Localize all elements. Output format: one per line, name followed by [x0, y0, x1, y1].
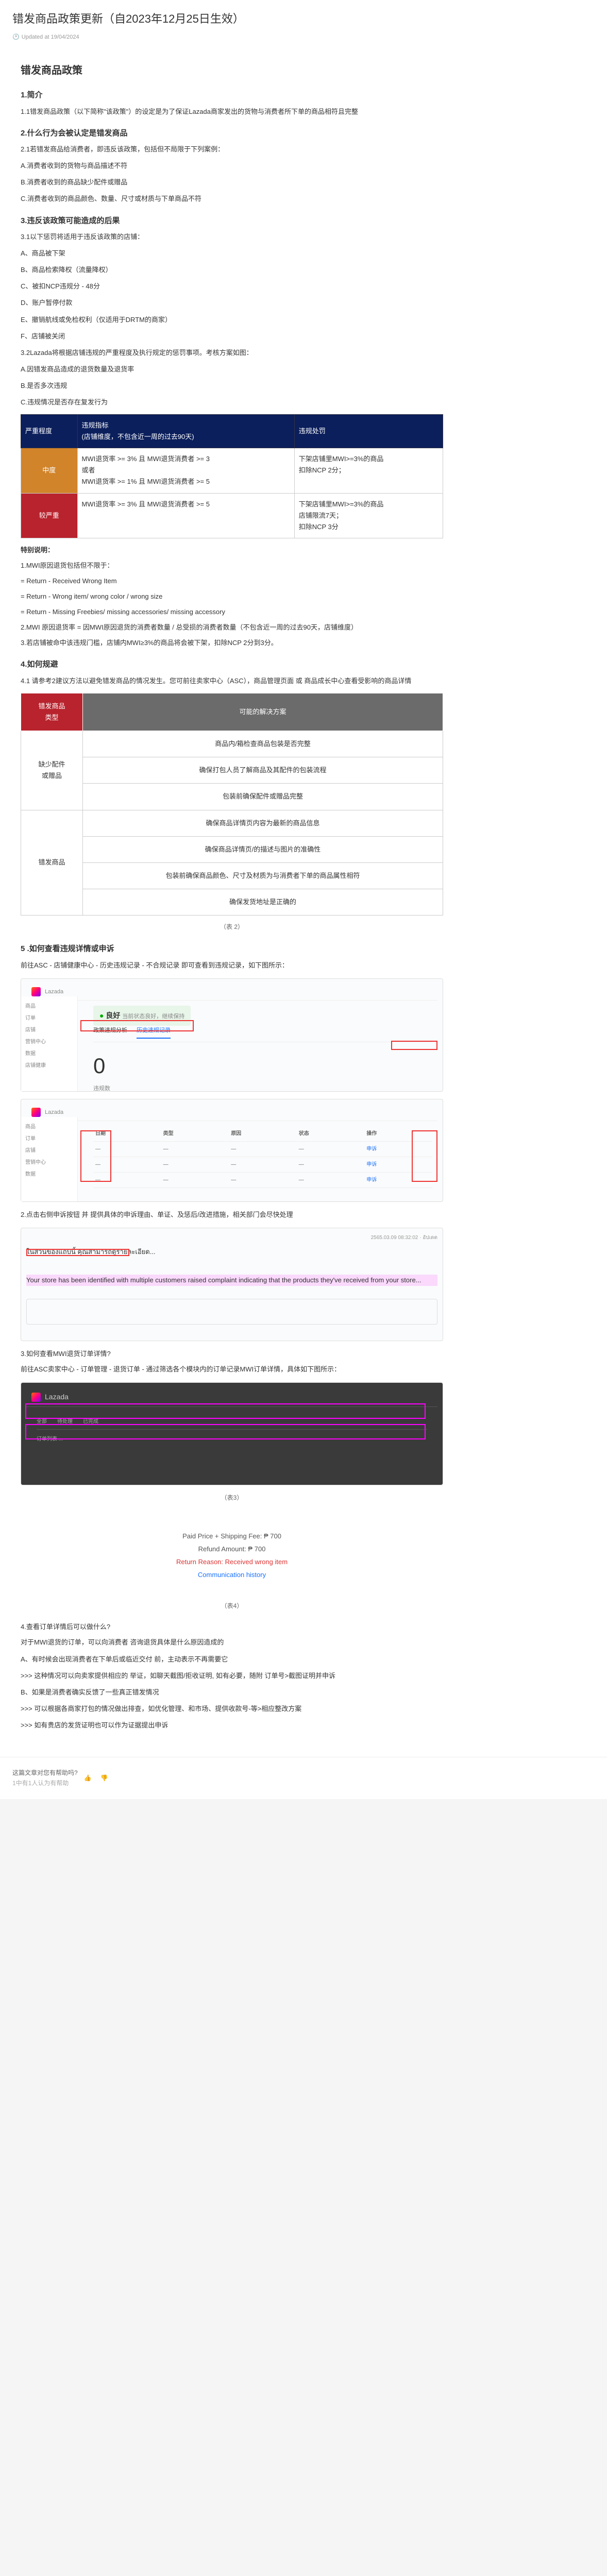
lazada-logo-icon: [31, 1393, 41, 1402]
sidebar[interactable]: 商品订单店铺营销中心数据店铺健康: [21, 996, 78, 1091]
caption-3: （表3）: [21, 1493, 443, 1503]
s3-heading: 3.违反该政策可能造成的后果: [21, 214, 443, 228]
s5-3p: 前往ASC卖家中心 - 订单管理 - 退货订单 - 通过筛选各个模块内的订单记录…: [21, 1364, 443, 1375]
s4-1: 4.1 请参考2建议方法以避免错发商品的情况发生。您可前往卖家中心（ASC），商…: [21, 675, 443, 687]
note-c: = Return - Missing Freebies/ missing acc…: [21, 606, 443, 618]
s2-1: 2.1若错发商品给消费者，即违反该政策，包括但不局限于下列案例：: [21, 144, 443, 155]
t1-mid-pun: 下架店铺里MWI>=3%的商品 扣除NCP 2分；: [294, 448, 443, 493]
t1-h2: 违规指标 (店铺维度，不包含近一周的过去90天): [77, 415, 294, 448]
updated-text: Updated at 19/04/2024: [22, 32, 79, 42]
t2-r2a: 确保商品详情页内容为最新的商品信息: [83, 810, 443, 836]
t2-r2c: 包装前确保商品颜色、尺寸及材质为与消费者下单的商品属性相符: [83, 862, 443, 889]
thai-highlight: Your store has been identified with mult…: [26, 1275, 437, 1286]
s5-heading: 5 .如何查看违规详情或申诉: [21, 942, 443, 956]
refund-detail-box: Paid Price + Shipping Fee: ₱ 700 Refund …: [21, 1514, 443, 1598]
caption-4: （表4）: [21, 1601, 443, 1611]
caption-2: （表 2）: [21, 922, 443, 932]
t2-r2b: 确保商品详情页/的描述与图片的准确性: [83, 836, 443, 862]
page-title: 错发商品政策更新（自2023年12月25日生效）: [0, 0, 607, 32]
footer: 这篇文章对您有帮助吗? 1中有1人认为有帮助 👍 👎: [0, 1757, 607, 1799]
s3-d: D、账户暂停付款: [21, 297, 443, 309]
t2-h1: 错发商品 类型: [21, 693, 83, 731]
note-a: = Return - Received Wrong Item: [21, 575, 443, 587]
t2-r1h: 缺少配件 或赠品: [21, 731, 83, 810]
t2-r2h: 错发商品: [21, 810, 83, 915]
s3-2b: B.是否多次违规: [21, 380, 443, 392]
s1-para: 1.1错发商品政策（以下简称"该政策"）的设定是为了保证Lazada商家发出的货…: [21, 106, 443, 117]
s4-heading: 4.如何规避: [21, 658, 443, 671]
t2-r1c: 包装前确保配件或赠品完整: [83, 784, 443, 810]
policy-heading: 错发商品政策: [21, 62, 443, 79]
s3-2a: A.因错发商品造成的退货数量及退货率: [21, 364, 443, 375]
lazada-logo-icon: [31, 987, 41, 996]
s3-e: E、撤销航线或免检权利（仅适用于DRTM的商家）: [21, 314, 443, 326]
dash-title: 良好: [106, 1011, 120, 1020]
rf-amt: Refund Amount: ₱ 700: [36, 1544, 428, 1555]
solution-table: 错发商品 类型 可能的解决方案 缺少配件 或赠品 商品内/箱检查商品包装是否完整…: [21, 693, 443, 916]
rf-paid: Paid Price + Shipping Fee: ₱ 700: [36, 1531, 428, 1542]
s5-4: 4.查看订单详情后可以做什么?: [21, 1621, 443, 1633]
t2-r1a: 商品内/箱检查商品包装是否完整: [83, 731, 443, 757]
s3-1: 3.1以下惩罚将适用于违反该政策的店铺：: [21, 231, 443, 243]
sidebar[interactable]: 商品订单店铺营销中心数据: [21, 1117, 78, 1201]
note-1: 1.MWI原因退货包括但不限于：: [21, 560, 443, 571]
t2-h2: 可能的解决方案: [83, 693, 443, 731]
t1-high-pun: 下架店铺里MWI>=3%的商品 店铺限流7天； 扣除NCP 3分: [294, 493, 443, 538]
rf-reason: Return Reason: Received wrong item: [36, 1556, 428, 1568]
s3-2: 3.2Lazada将根据店铺违规的严重程度及执行规定的惩罚事项。考核方案如图：: [21, 347, 443, 359]
s5-2: 2.点击右侧申诉按钮 并 提供具体的申诉理由、单证、及惩后/改进措施，相关部门会…: [21, 1209, 443, 1221]
updated-line: 🕐 Updated at 19/04/2024: [0, 32, 607, 47]
t1-high: 较严重: [21, 493, 78, 538]
s3-f: F、店铺被关闭: [21, 331, 443, 342]
note-2: 2.MWI 原因退货率 = 因MWI原因退货的消费者数量 / 总受损的消费者数量…: [21, 622, 443, 633]
t2-r2d: 确保发货地址是正确的: [83, 889, 443, 915]
s2-c: C.消费者收到的商品颜色、数量、尺寸或材质与下单商品不符: [21, 193, 443, 205]
t1-high-rule: MWI退货率 >= 3% 且 MWI退货消费者 >= 5: [77, 493, 294, 538]
thumb-down-icon[interactable]: 👎: [100, 1773, 111, 1783]
s2-heading: 2.什么行为会被认定是错发商品: [21, 127, 443, 140]
s3-a: A、商品被下架: [21, 248, 443, 259]
violation-list-table: 日期类型原因状态操作 ————申诉 ————申诉 ————申诉: [93, 1126, 432, 1188]
clock-icon: 🕐: [12, 32, 20, 42]
violation-label: 违规数: [93, 1084, 110, 1094]
t1-mid: 中度: [21, 448, 78, 493]
t1-h3: 违规处罚: [294, 415, 443, 448]
note-b: = Return - Wrong item/ wrong color / wro…: [21, 591, 443, 602]
screenshot-orders: Lazada 全部待处理已完成 订单列表 ...: [21, 1382, 443, 1485]
rf-comm[interactable]: Communication history: [36, 1569, 428, 1581]
violation-count: 0: [93, 1047, 110, 1084]
s5-4e: >>> 如有贵店的发货证明也可以作为证据提出申诉: [21, 1720, 443, 1731]
note-heading: 特别说明：: [21, 545, 443, 556]
screenshot-dashboard-2: Lazada 商品订单店铺营销中心数据 日期类型原因状态操作 ————申诉 ——…: [21, 1099, 443, 1202]
check-icon: ●: [99, 1011, 104, 1020]
s5-3: 3.如何查看MWI退货订单详情?: [21, 1348, 443, 1360]
t2-r1b: 确保打包人员了解商品及其配件的包装流程: [83, 757, 443, 784]
penalty-table: 严重程度 违规指标 (店铺维度，不包含近一周的过去90天) 违规处罚 中度 MW…: [21, 414, 443, 538]
footer-question: 这篇文章对您有帮助吗?: [12, 1768, 78, 1778]
s1-heading: 1.简介: [21, 89, 443, 102]
s5-4p: 对于MWI退货的订单，可以向消费者 咨询退货具体是什么原因造成的: [21, 1637, 443, 1648]
thumb-up-icon[interactable]: 👍: [84, 1773, 94, 1783]
s5-4c: B、如果是消费者确实反馈了一些真正错发情况: [21, 1687, 443, 1698]
screenshot-dashboard-1: Lazada 商品订单店铺营销中心数据店铺健康 ● 良好 当前状态良好，继续保持…: [21, 978, 443, 1092]
screenshot-appeal-thai: 2565.03.09 08:32:02 · อัปเดต ในส่วนของแถ…: [21, 1228, 443, 1341]
s5-4a: A、有时候会出现消费者在下单后或临近交付 前，主动表示不再需要它: [21, 1654, 443, 1665]
s3-b: B、商品检索降权（流量降权）: [21, 264, 443, 276]
t1-mid-rule: MWI退货率 >= 3% 且 MWI退货消费者 >= 3 或者 MWI退货率 >…: [77, 448, 294, 493]
lazada-logo-icon: [31, 1108, 41, 1117]
footer-note: 1中有1人认为有帮助: [12, 1778, 78, 1788]
t1-h1: 严重程度: [21, 415, 78, 448]
s5-4d: >>> 可以根据各商家打包的情况做出排查，如优化管理、和市场、提供收款号-等>相…: [21, 1703, 443, 1715]
note-3: 3.若店铺被命中该违规门槛，店铺内MWI≥3%的商品将会被下架，扣除NCP 2分…: [21, 637, 443, 649]
s5-1: 前往ASC - 店铺健康中心 - 历史违规记录 - 不合规记录 即可查看到违规记…: [21, 960, 443, 971]
s2-a: A.消费者收到的货物与商品描述不符: [21, 160, 443, 172]
s2-b: B.消费者收到的商品缺少配件或赠品: [21, 177, 443, 188]
s3-2c: C.违规情况是否存在复发行为: [21, 397, 443, 408]
s3-c: C、被扣NCP违规分 - 48分: [21, 281, 443, 292]
s5-4b: >>> 这种情况可以向卖家提供相应的 举证，如聊天截图/拒收证明, 如有必要，随…: [21, 1670, 443, 1682]
